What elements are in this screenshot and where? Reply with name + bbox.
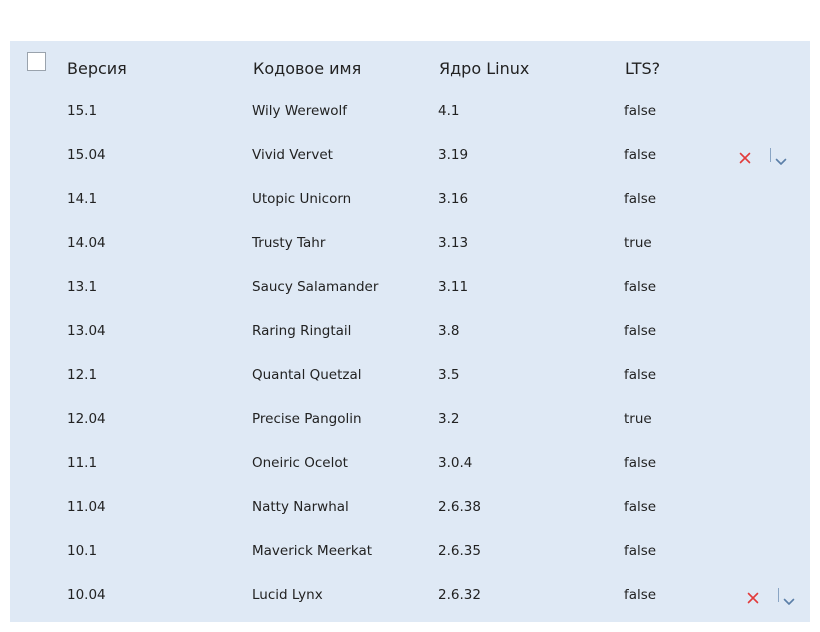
table-row[interactable]: 12.04 Precise Pangolin 3.2 true [10, 397, 810, 441]
cell-lts: true [624, 411, 652, 427]
cell-lts: false [624, 543, 657, 559]
table-row[interactable]: 15.04 Vivid Vervet 3.19 false [10, 133, 810, 177]
cell-kernel: 2.6.32 [438, 587, 481, 603]
table-row[interactable]: 14.04 Trusty Tahr 3.13 true [10, 221, 810, 265]
chevron-down-icon[interactable] [783, 591, 795, 605]
cell-kernel: 2.6.35 [438, 543, 481, 559]
cell-version: 12.04 [67, 411, 106, 427]
table-row[interactable]: 11.04 Natty Narwhal 2.6.38 false [10, 485, 810, 529]
cell-kernel: 3.11 [438, 279, 469, 295]
chevron-down-icon[interactable] [775, 151, 787, 165]
table-header: Версия Кодовое имя Ядро Linux LTS? [10, 41, 810, 93]
cell-version: 11.04 [67, 499, 106, 515]
cell-version: 10.1 [67, 543, 98, 559]
table-row[interactable]: 15.1 Wily Werewolf 4.1 false [10, 89, 810, 133]
column-header-kernel[interactable]: Ядро Linux [439, 59, 529, 79]
cell-lts: false [624, 323, 657, 339]
table-row[interactable]: 13.1 Saucy Salamander 3.11 false [10, 265, 810, 309]
cell-lts: false [624, 499, 657, 515]
table-row[interactable]: 13.04 Raring Ringtail 3.8 false [10, 309, 810, 353]
cell-kernel: 3.2 [438, 411, 460, 427]
select-all-checkbox[interactable] [27, 52, 46, 71]
cell-version: 13.1 [67, 279, 98, 295]
cell-codename: Natty Narwhal [252, 499, 349, 515]
close-icon[interactable] [739, 149, 751, 164]
cell-lts: false [624, 587, 657, 603]
cell-codename: Wily Werewolf [252, 103, 348, 119]
cell-kernel: 3.5 [438, 367, 460, 383]
cell-version: 15.04 [67, 147, 106, 163]
cell-kernel: 3.19 [438, 147, 469, 163]
column-header-codename[interactable]: Кодовое имя [253, 59, 361, 79]
cell-codename: Maverick Meerkat [252, 543, 373, 559]
cell-codename: Raring Ringtail [252, 323, 352, 339]
cell-kernel: 3.16 [438, 191, 469, 207]
cell-kernel: 3.0.4 [438, 455, 473, 471]
close-icon[interactable] [747, 589, 759, 604]
cell-lts: false [624, 367, 657, 383]
cell-lts: true [624, 235, 652, 251]
cell-codename: Precise Pangolin [252, 411, 362, 427]
table-row[interactable]: 10.1 Maverick Meerkat 2.6.35 false [10, 529, 810, 573]
column-header-lts[interactable]: LTS? [625, 59, 660, 79]
data-table: Версия Кодовое имя Ядро Linux LTS? 15.1 W… [10, 41, 810, 622]
cell-kernel: 2.6.38 [438, 499, 481, 515]
table-row[interactable]: 12.1 Quantal Quetzal 3.5 false [10, 353, 810, 397]
cell-version: 15.1 [67, 103, 98, 119]
cell-codename: Vivid Vervet [252, 147, 333, 163]
cell-kernel: 3.8 [438, 323, 460, 339]
table-row[interactable]: 10.04 Lucid Lynx 2.6.32 false [10, 573, 810, 617]
action-separator [770, 148, 771, 162]
cell-version: 11.1 [67, 455, 98, 471]
cell-kernel: 4.1 [438, 103, 460, 119]
action-separator [778, 588, 779, 602]
cell-lts: false [624, 103, 657, 119]
cell-lts: false [624, 455, 657, 471]
column-header-version[interactable]: Версия [67, 59, 127, 79]
cell-lts: false [624, 147, 657, 163]
cell-codename: Utopic Unicorn [252, 191, 352, 207]
table-row[interactable]: 11.1 Oneiric Ocelot 3.0.4 false [10, 441, 810, 485]
cell-version: 13.04 [67, 323, 106, 339]
cell-codename: Trusty Tahr [252, 235, 326, 251]
cell-lts: false [624, 279, 657, 295]
cell-codename: Quantal Quetzal [252, 367, 362, 383]
cell-lts: false [624, 191, 657, 207]
cell-version: 12.1 [67, 367, 98, 383]
cell-version: 10.04 [67, 587, 106, 603]
cell-codename: Lucid Lynx [252, 587, 323, 603]
table-row[interactable]: 14.1 Utopic Unicorn 3.16 false [10, 177, 810, 221]
cell-kernel: 3.13 [438, 235, 469, 251]
cell-version: 14.1 [67, 191, 98, 207]
cell-codename: Saucy Salamander [252, 279, 379, 295]
cell-codename: Oneiric Ocelot [252, 455, 348, 471]
cell-version: 14.04 [67, 235, 106, 251]
